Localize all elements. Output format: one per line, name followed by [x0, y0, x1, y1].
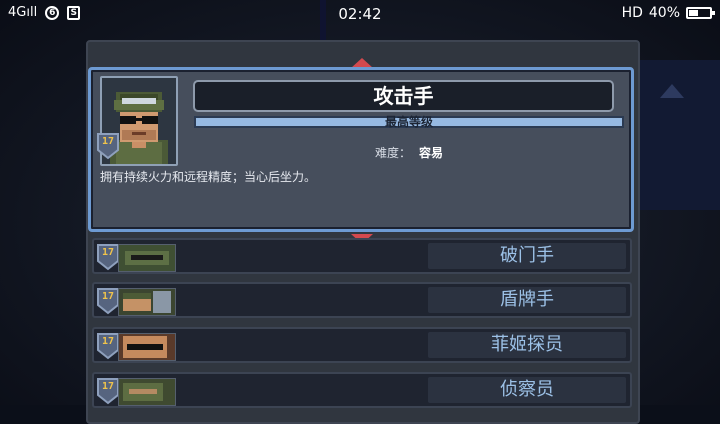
- level-badge: 17: [96, 132, 120, 160]
- level-badge: 17: [96, 243, 120, 271]
- background-side-panel: [626, 60, 720, 210]
- character-row-agent[interactable]: 17 菲姬探员: [92, 327, 632, 363]
- character-thumbnail: [118, 244, 176, 272]
- battery-percent: 40%: [648, 5, 680, 21]
- character-thumbnail: [118, 378, 176, 406]
- difficulty: 难度： 容易: [375, 146, 444, 160]
- character-row-breacher[interactable]: 17 破门手: [92, 238, 632, 274]
- character-name: 破门手: [500, 245, 554, 266]
- clock: 02:42: [338, 5, 382, 23]
- status-bar: 4Gıll 6 S 02:42 HD 40%: [0, 0, 720, 28]
- character-name: 盾牌手: [500, 289, 554, 310]
- character-thumbnail: [118, 288, 176, 316]
- level-badge: 17: [96, 332, 120, 360]
- up-triangle-icon: [660, 84, 684, 98]
- character-row-shield[interactable]: 17 盾牌手: [92, 282, 632, 318]
- battery-icon: [686, 7, 715, 19]
- level-badge: 17: [96, 287, 120, 315]
- character-name: 攻击手: [373, 84, 434, 108]
- character-name: 侦察员: [500, 379, 554, 400]
- hd-indicator: HD: [621, 5, 643, 21]
- level-badge: 17: [96, 377, 120, 405]
- rank-label: 最高等级: [384, 115, 433, 129]
- character-description: 拥有持续火力和远程精度；当心后坐力。: [100, 170, 317, 184]
- character-name: 菲姬探员: [491, 334, 563, 355]
- character-row-scout[interactable]: 17 侦察员: [92, 372, 632, 408]
- character-thumbnail: [118, 333, 176, 361]
